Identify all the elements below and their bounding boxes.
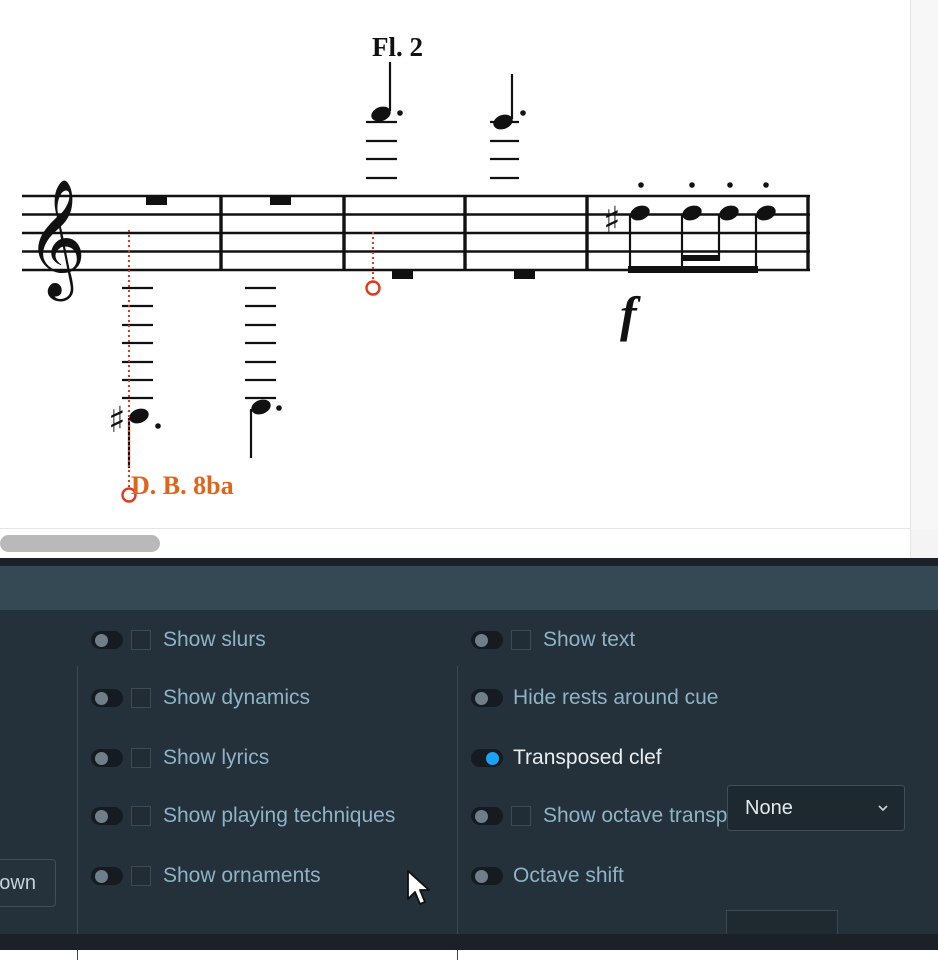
octave-marking-text[interactable]: D. B. 8ba xyxy=(131,471,234,500)
show-dynamics-checkbox[interactable] xyxy=(131,688,151,708)
transposed-clef-select-value: None xyxy=(745,797,793,819)
octave-shift-label: Octave shift xyxy=(513,864,624,887)
mouse-cursor-icon xyxy=(407,870,430,905)
cue-note-high-4[interactable] xyxy=(490,74,526,180)
show-slurs-toggle[interactable] xyxy=(91,631,123,649)
panel-bottom-bar xyxy=(0,934,938,950)
show-octave-transposition-toggle[interactable] xyxy=(471,807,503,825)
properties-panel: own Show slurs Show dynamics Show lyrics… xyxy=(0,558,938,960)
show-lyrics-checkbox[interactable] xyxy=(131,748,151,768)
hide-rests-label: Hide rests around cue xyxy=(513,686,719,709)
cue-note-low-1[interactable]: ♯ xyxy=(108,286,161,468)
show-dynamics-label: Show dynamics xyxy=(163,686,311,709)
panel-divider-left xyxy=(77,666,78,960)
show-playing-techniques-label: Show playing techniques xyxy=(163,804,396,827)
row-hide-rests: Hide rests around cue xyxy=(471,683,718,713)
dynamic-marking[interactable]: f xyxy=(620,286,641,342)
transposed-clef-select[interactable]: None xyxy=(727,785,905,831)
properties-panel-body: own Show slurs Show dynamics Show lyrics… xyxy=(0,610,938,960)
row-show-dynamics: Show dynamics xyxy=(91,683,310,713)
cue-note-high-3[interactable] xyxy=(366,62,403,180)
chevron-down-icon xyxy=(878,805,888,812)
row-show-text: Show text xyxy=(471,625,635,655)
show-text-toggle[interactable] xyxy=(471,631,503,649)
octave-shift-toggle[interactable] xyxy=(471,867,503,885)
vertical-scrollbar[interactable] xyxy=(910,0,938,530)
show-octave-transposition-checkbox[interactable] xyxy=(511,806,531,826)
left-group-button[interactable]: own xyxy=(0,859,56,907)
staff-label: Fl. 2 xyxy=(372,32,423,62)
properties-panel-header xyxy=(0,566,938,610)
show-ornaments-label: Show ornaments xyxy=(163,864,321,887)
show-playing-techniques-toggle[interactable] xyxy=(91,807,123,825)
left-group-button-label: own xyxy=(0,872,36,894)
sharp-icon: ♯ xyxy=(603,200,620,241)
show-text-checkbox[interactable] xyxy=(511,630,531,650)
show-slurs-label: Show slurs xyxy=(163,628,266,651)
row-show-lyrics: Show lyrics xyxy=(91,743,269,773)
show-playing-techniques-checkbox[interactable] xyxy=(131,806,151,826)
show-dynamics-toggle[interactable] xyxy=(91,689,123,707)
row-octave-shift: Octave shift xyxy=(471,861,624,891)
transposed-clef-label: Transposed clef xyxy=(513,746,662,769)
row-show-playing-techniques: Show playing techniques xyxy=(91,801,395,831)
transposed-clef-toggle[interactable] xyxy=(471,749,503,767)
show-lyrics-label: Show lyrics xyxy=(163,746,270,769)
horizontal-scrollbar-thumb[interactable] xyxy=(0,535,160,552)
scrollbar-corner xyxy=(910,530,938,558)
sharp-icon: ♯ xyxy=(108,400,125,441)
row-show-slurs: Show slurs xyxy=(91,625,266,655)
music-score: 𝄞 ♯ D. B. 8ba Fl. 2 ♯ f xyxy=(22,32,810,503)
rests-upper xyxy=(146,196,535,279)
show-lyrics-toggle[interactable] xyxy=(91,749,123,767)
row-show-ornaments: Show ornaments xyxy=(91,861,321,891)
row-transposed-clef: Transposed clef xyxy=(471,743,662,773)
show-ornaments-checkbox[interactable] xyxy=(131,866,151,886)
show-ornaments-toggle[interactable] xyxy=(91,867,123,885)
panel-divider-middle xyxy=(457,666,458,960)
cue-note-low-2[interactable] xyxy=(245,286,282,458)
show-slurs-checkbox[interactable] xyxy=(131,630,151,650)
score-view[interactable]: 𝄞 ♯ D. B. 8ba Fl. 2 ♯ f xyxy=(0,0,938,560)
show-text-label: Show text xyxy=(543,628,636,651)
octave-line-end[interactable] xyxy=(365,232,381,296)
hide-rests-toggle[interactable] xyxy=(471,689,503,707)
treble-clef-icon: 𝄞 xyxy=(26,178,86,302)
